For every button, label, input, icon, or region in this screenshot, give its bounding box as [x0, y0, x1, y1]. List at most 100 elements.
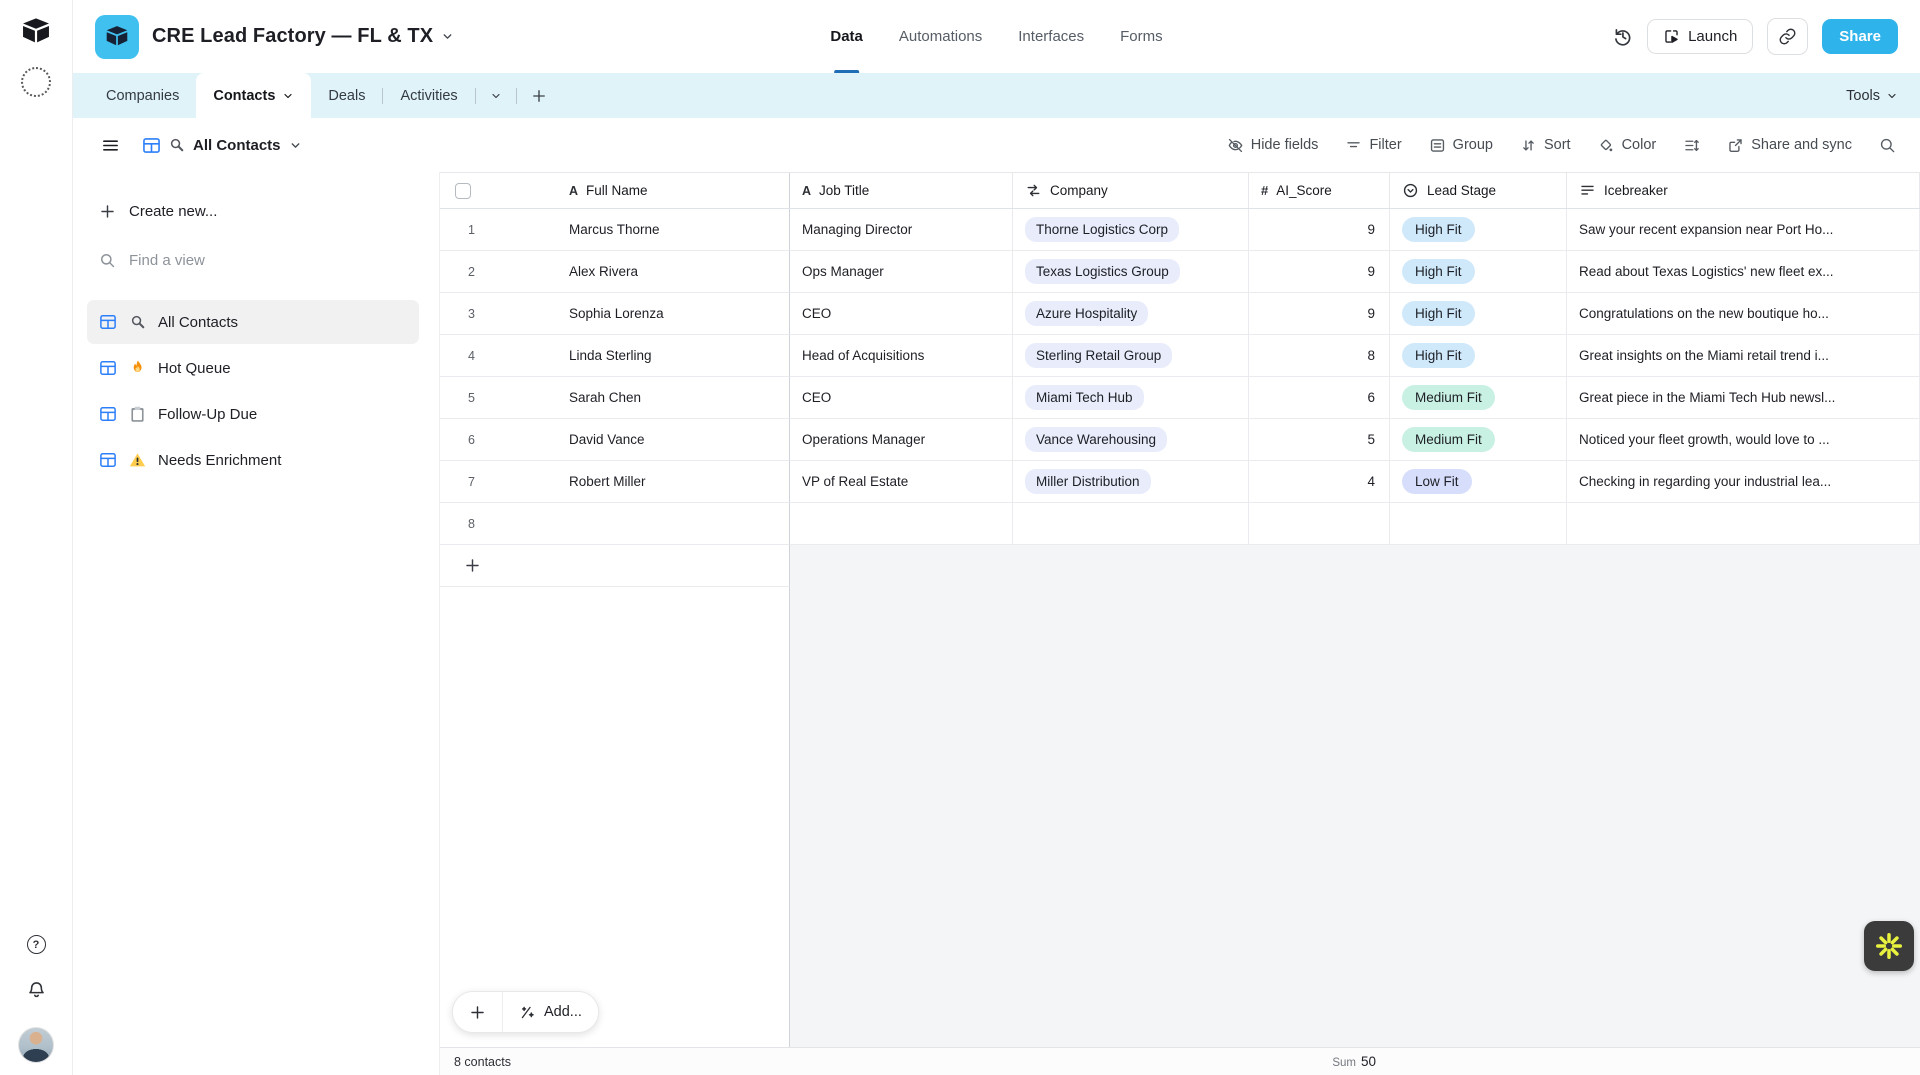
cell-company[interactable]: Sterling Retail Group [1013, 335, 1249, 377]
cell-lead-stage[interactable]: Low Fit [1390, 461, 1567, 503]
group-button[interactable]: Group [1429, 137, 1493, 154]
base-icon[interactable] [95, 15, 139, 59]
share-and-sync-button[interactable]: Share and sync [1727, 137, 1852, 154]
row-number[interactable]: 4 [440, 335, 557, 377]
cell-company[interactable]: Miami Tech Hub [1013, 377, 1249, 419]
linked-record-chip[interactable]: Sterling Retail Group [1025, 343, 1172, 368]
row-height-icon[interactable] [1683, 137, 1700, 154]
cell-ai-score[interactable]: 6 [1249, 377, 1390, 419]
cell-empty[interactable] [1390, 503, 1567, 545]
cell-full-name[interactable]: Sophia Lorenza [557, 293, 790, 335]
nav-tab-interfaces[interactable]: Interfaces [1018, 0, 1084, 73]
cell-company[interactable]: Texas Logistics Group [1013, 251, 1249, 293]
cell-icebreaker[interactable]: Checking in regarding your industrial le… [1567, 461, 1920, 503]
copy-link-icon[interactable] [1767, 18, 1808, 55]
table-tab-deals[interactable]: Deals [311, 73, 382, 118]
lead-stage-pill[interactable]: High Fit [1402, 343, 1475, 368]
cell-icebreaker[interactable]: Great insights on the Miami retail trend… [1567, 335, 1920, 377]
cell-job-title[interactable]: CEO [790, 293, 1013, 335]
sum-summary[interactable]: Sum50 [1249, 1054, 1390, 1069]
column-header-icebreaker[interactable]: Icebreaker [1567, 173, 1920, 208]
row-number[interactable]: 8 [440, 503, 557, 545]
lead-stage-pill[interactable]: High Fit [1402, 259, 1475, 284]
airtable-logo-icon[interactable] [19, 17, 53, 47]
support-widget-button[interactable] [1864, 921, 1914, 971]
cell-lead-stage[interactable]: Medium Fit [1390, 377, 1567, 419]
cell-job-title[interactable]: Ops Manager [790, 251, 1013, 293]
linked-record-chip[interactable]: Miami Tech Hub [1025, 385, 1144, 410]
notifications-bell-icon[interactable] [26, 980, 47, 1001]
cell-full-name[interactable]: Robert Miller [557, 461, 790, 503]
linked-record-chip[interactable]: Azure Hospitality [1025, 301, 1148, 326]
cell-icebreaker[interactable]: Great piece in the Miami Tech Hub newsl.… [1567, 377, 1920, 419]
lead-stage-pill[interactable]: Medium Fit [1402, 385, 1495, 410]
cell-ai-score[interactable]: 9 [1249, 251, 1390, 293]
history-icon[interactable] [1612, 26, 1633, 47]
cell-company[interactable]: Azure Hospitality [1013, 293, 1249, 335]
cell-icebreaker[interactable]: Congratulations on the new boutique ho..… [1567, 293, 1920, 335]
view-switcher[interactable]: All Contacts [142, 137, 302, 154]
cell-ai-score[interactable]: 9 [1249, 293, 1390, 335]
cell-icebreaker[interactable]: Read about Texas Logistics' new fleet ex… [1567, 251, 1920, 293]
cell-ai-score[interactable]: 4 [1249, 461, 1390, 503]
cell-job-title[interactable]: VP of Real Estate [790, 461, 1013, 503]
sidebar-view-needs-enrichment[interactable]: Needs Enrichment [87, 438, 419, 482]
cell-full-name[interactable]: Alex Rivera [557, 251, 790, 293]
linked-record-chip[interactable]: Thorne Logistics Corp [1025, 217, 1179, 242]
column-header-lead-stage[interactable]: Lead Stage [1390, 173, 1567, 208]
row-number[interactable]: 5 [440, 377, 557, 419]
row-number[interactable]: 2 [440, 251, 557, 293]
checkbox[interactable] [455, 183, 471, 199]
cell-company[interactable]: Thorne Logistics Corp [1013, 209, 1249, 251]
expand-tabs-chevron-icon[interactable] [476, 73, 516, 118]
sidebar-view-hot-queue[interactable]: Hot Queue [87, 346, 419, 390]
cell-job-title[interactable]: CEO [790, 377, 1013, 419]
nav-tab-data[interactable]: Data [830, 0, 863, 73]
cell-lead-stage[interactable]: High Fit [1390, 335, 1567, 377]
cell-lead-stage[interactable]: Medium Fit [1390, 419, 1567, 461]
base-title[interactable]: CRE Lead Factory — FL & TX [152, 25, 433, 48]
user-avatar[interactable] [18, 1027, 54, 1063]
sidebar-view-follow-up-due[interactable]: Follow-Up Due [87, 392, 419, 436]
cell-lead-stage[interactable]: High Fit [1390, 251, 1567, 293]
filter-button[interactable]: Filter [1345, 137, 1401, 154]
table-tab-activities[interactable]: Activities [383, 73, 474, 118]
color-button[interactable]: Color [1598, 137, 1657, 154]
cell-ai-score[interactable]: 9 [1249, 209, 1390, 251]
row-number[interactable]: 7 [440, 461, 557, 503]
search-icon[interactable] [1879, 137, 1896, 154]
cell-icebreaker[interactable]: Saw your recent expansion near Port Ho..… [1567, 209, 1920, 251]
create-new-view-button[interactable]: Create new... [87, 194, 419, 229]
select-all-checkbox[interactable] [440, 173, 557, 208]
cell-icebreaker[interactable]: Noticed your fleet growth, would love to… [1567, 419, 1920, 461]
linked-record-chip[interactable]: Miller Distribution [1025, 469, 1151, 494]
cell-company[interactable]: Miller Distribution [1013, 461, 1249, 503]
lead-stage-pill[interactable]: Medium Fit [1402, 427, 1495, 452]
cell-full-name[interactable]: Sarah Chen [557, 377, 790, 419]
add-with-ai-button[interactable]: Add... [502, 992, 598, 1032]
cell-lead-stage[interactable]: High Fit [1390, 209, 1567, 251]
sidebar-view-all-contacts[interactable]: All Contacts [87, 300, 419, 344]
tools-menu[interactable]: Tools [1824, 73, 1920, 118]
launch-button[interactable]: Launch [1647, 19, 1753, 54]
cell-job-title[interactable]: Managing Director [790, 209, 1013, 251]
column-header-job-title[interactable]: AJob Title [790, 173, 1013, 208]
cell-full-name[interactable]: Linda Sterling [557, 335, 790, 377]
column-header-ai-score[interactable]: #AI_Score [1249, 173, 1390, 208]
cell-full-name[interactable]: Marcus Thorne [557, 209, 790, 251]
find-a-view-input[interactable]: Find a view [87, 243, 419, 278]
cell-ai-score[interactable]: 8 [1249, 335, 1390, 377]
chevron-down-icon[interactable] [441, 30, 454, 43]
cell-empty[interactable] [1567, 503, 1920, 545]
row-number[interactable]: 1 [440, 209, 557, 251]
add-table-button[interactable] [517, 73, 561, 118]
lead-stage-pill[interactable]: High Fit [1402, 301, 1475, 326]
hide-fields-button[interactable]: Hide fields [1227, 137, 1319, 154]
nav-tab-forms[interactable]: Forms [1120, 0, 1163, 73]
cell-empty[interactable] [1249, 503, 1390, 545]
add-record-button[interactable] [440, 545, 790, 587]
row-number[interactable]: 6 [440, 419, 557, 461]
linked-record-chip[interactable]: Texas Logistics Group [1025, 259, 1180, 284]
row-number[interactable]: 3 [440, 293, 557, 335]
cell-job-title[interactable]: Operations Manager [790, 419, 1013, 461]
